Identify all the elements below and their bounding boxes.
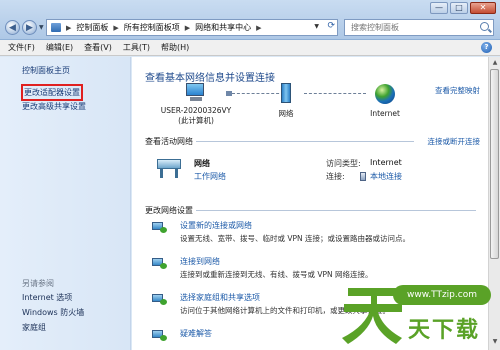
map-node-computer[interactable]: USER-20200326VY (此计算机)	[160, 83, 232, 126]
local-connection-label: 本地连接	[370, 172, 402, 181]
computer-subtitle: (此计算机)	[178, 116, 214, 125]
address-bar[interactable]: ▶ 控制面板 ▶ 所有控制面板项 ▶ 网络和共享中心 ▶ ▼ ⟳	[46, 19, 338, 36]
new-connection-icon	[152, 220, 168, 234]
recent-pages-dropdown-icon[interactable]: ▼	[39, 24, 44, 31]
connect-disconnect-link[interactable]: 连接或断开连接	[428, 136, 481, 147]
homegroup-sharing-link[interactable]: 选择家庭组和共享选项	[180, 292, 260, 303]
new-connection-link[interactable]: 设置新的连接或网络	[180, 220, 252, 231]
chevron-right-icon[interactable]: ▶	[113, 24, 118, 32]
ethernet-icon	[360, 172, 366, 181]
active-network-name: 网络	[194, 159, 210, 168]
close-button[interactable]: ✕	[470, 2, 496, 14]
scroll-down-icon[interactable]: ▼	[491, 338, 499, 346]
chevron-right-icon[interactable]: ▶	[185, 24, 190, 32]
task-connect-network: 连接到网络 连接到或重新连接到无线、有线、拨号或 VPN 网络连接。	[152, 256, 472, 282]
watermark-brand: 天下载	[408, 318, 481, 343]
search-icon[interactable]	[480, 22, 489, 31]
computer-icon	[185, 83, 207, 103]
breadcrumb-control-panel[interactable]: 控制面板	[76, 22, 108, 33]
scroll-thumb[interactable]	[490, 69, 499, 259]
homegroup-icon	[152, 292, 168, 306]
task-description: 设置无线、宽带、拨号、临时或 VPN 连接；或设置路由器或访问点。	[180, 234, 411, 243]
network-type-link[interactable]: 工作网络	[194, 171, 226, 182]
scroll-up-icon[interactable]: ▲	[491, 59, 499, 67]
menu-bar: 文件(F) 编辑(E) 查看(V) 工具(T) 帮助(H) ?	[0, 40, 500, 56]
see-also-heading: 另请参阅	[22, 279, 54, 288]
maximize-button[interactable]: □	[450, 2, 468, 14]
back-button[interactable]: ◀	[5, 20, 20, 35]
menu-tools[interactable]: 工具(T)	[123, 42, 150, 53]
help-icon[interactable]: ?	[481, 42, 492, 53]
address-dropdown-icon[interactable]: ▼	[314, 23, 319, 30]
sidebar-item-control-panel-home[interactable]: 控制面板主页	[22, 65, 70, 76]
minimize-button[interactable]: —	[430, 2, 448, 14]
sidebar-item-advanced-sharing[interactable]: 更改高级共享设置	[22, 101, 86, 112]
control-panel-icon	[51, 23, 61, 32]
view-full-map-link[interactable]: 查看完整映射	[435, 85, 480, 96]
sidebar-item-internet-options[interactable]: Internet 选项	[22, 292, 72, 303]
change-settings-heading: 更改网络设置	[145, 206, 193, 215]
page-title: 查看基本网络信息并设置连接	[145, 73, 275, 84]
forward-button[interactable]: ▶	[22, 20, 37, 35]
map-node-internet[interactable]: Internet	[368, 84, 402, 118]
network-icon	[278, 83, 294, 105]
menu-file[interactable]: 文件(F)	[8, 42, 35, 53]
window-controls: — □ ✕	[430, 2, 496, 14]
menu-edit[interactable]: 编辑(E)	[46, 42, 73, 53]
local-connection-link[interactable]: 本地连接	[360, 171, 402, 182]
sidebar-item-windows-firewall[interactable]: Windows 防火墙	[22, 307, 84, 318]
chevron-right-icon[interactable]: ▶	[256, 24, 261, 32]
network-label: 网络	[278, 109, 294, 118]
main-content: 查看基本网络信息并设置连接 查看完整映射 USER-20200326VY (此计…	[132, 57, 488, 350]
troubleshoot-link[interactable]: 疑难解答	[180, 328, 212, 339]
connect-network-link[interactable]: 连接到网络	[180, 256, 220, 267]
access-type-value: Internet	[370, 158, 402, 167]
title-bar: — □ ✕ ◀ ▶ ▼ ▶ 控制面板 ▶ 所有控制面板项 ▶ 网络和共享中心 ▶…	[0, 0, 500, 40]
menu-view[interactable]: 查看(V)	[84, 42, 112, 53]
task-new-connection: 设置新的连接或网络 设置无线、宽带、拨号、临时或 VPN 连接；或设置路由器或访…	[152, 220, 472, 246]
watermark-url-badge: www.TTzip.com	[393, 285, 491, 305]
globe-icon	[375, 84, 395, 104]
chevron-right-icon[interactable]: ▶	[66, 24, 71, 32]
work-network-icon[interactable]	[154, 156, 184, 180]
internet-label: Internet	[370, 109, 400, 118]
troubleshoot-icon	[152, 328, 168, 342]
divider	[196, 141, 414, 142]
access-type-label: 访问类型:	[326, 159, 361, 168]
vertical-scrollbar[interactable]: ▲ ▼	[488, 57, 500, 350]
map-node-network[interactable]: 网络	[272, 83, 300, 119]
search-input[interactable]	[345, 20, 470, 35]
menu-help[interactable]: 帮助(H)	[161, 42, 189, 53]
sidebar: 控制面板主页 更改适配器设置 更改高级共享设置 另请参阅 Internet 选项…	[0, 57, 131, 350]
computer-name: USER-20200326VY	[160, 106, 232, 115]
breadcrumb-all-items[interactable]: 所有控制面板项	[124, 22, 180, 33]
breadcrumb-network-center[interactable]: 网络和共享中心	[195, 22, 251, 33]
sidebar-item-change-adapter-settings[interactable]: 更改适配器设置	[21, 84, 83, 101]
refresh-icon[interactable]: ⟳	[327, 21, 335, 31]
sidebar-item-homegroup[interactable]: 家庭组	[22, 322, 46, 333]
divider	[196, 210, 476, 211]
active-networks-heading: 查看活动网络	[145, 137, 193, 146]
connect-network-icon	[152, 256, 168, 270]
connection-label: 连接:	[326, 172, 345, 181]
map-connector	[304, 93, 366, 94]
search-box[interactable]	[344, 19, 494, 36]
